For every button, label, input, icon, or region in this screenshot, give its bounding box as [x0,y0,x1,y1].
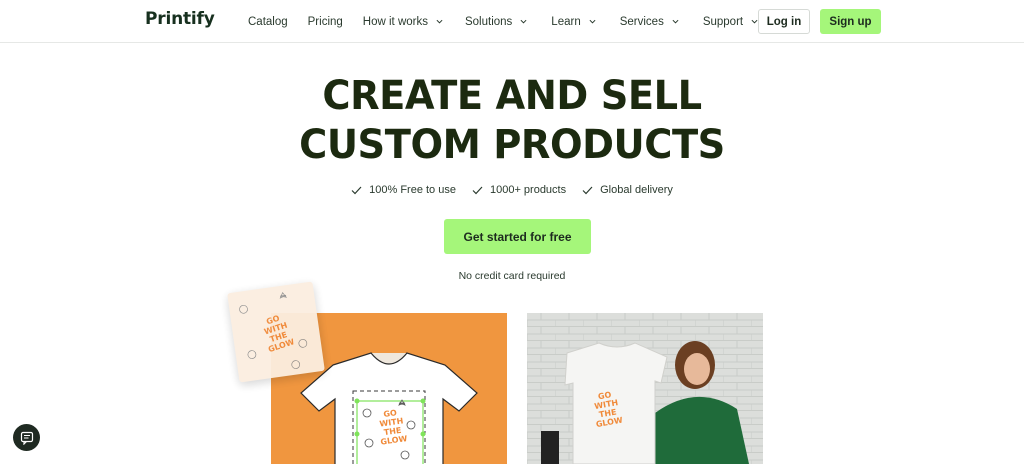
chat-button[interactable] [13,424,40,451]
nav-catalog[interactable]: Catalog [248,16,288,28]
feature-item: Global delivery [582,184,673,196]
get-started-button[interactable]: Get started for free [444,219,591,254]
feature-label: 1000+ products [489,184,567,196]
chevron-down-icon [672,19,679,24]
nav-solutions[interactable]: Solutions [465,16,527,28]
no-credit-card-note: No credit card required [458,270,566,282]
hero-title-line-2: CUSTOM PRODUCTS [299,122,725,168]
check-icon [472,186,483,194]
check-icon [351,186,362,194]
tshirt-print-text: GO WITH THE GLOW [378,408,408,447]
login-button[interactable]: Log in [758,9,810,34]
chevron-down-icon [436,19,443,24]
nav-pricing-label: Pricing [307,15,343,28]
model-photo: GO WITH THE GLOW [527,313,763,464]
main-nav: Catalog Pricing How it works Solutions L… [248,0,778,43]
feature-list: 100% Free to use 1000+ products Global d… [0,184,1024,196]
nav-learn[interactable]: Learn [551,15,596,28]
feature-item: 1000+ products [472,184,566,196]
nav-how-it-works[interactable]: How it works [363,16,443,28]
chat-icon [20,431,33,445]
feature-label: Global delivery [600,184,673,196]
nav-how-it-works-label: How it works [362,15,428,28]
photo-illustration [527,313,763,464]
nav-learn-label: Learn [551,15,581,28]
site-header: Printify Catalog Pricing How it works So… [0,0,1024,43]
hero-title-line-1: CREATE AND SELL [322,73,702,119]
nav-services[interactable]: Services [620,16,679,28]
printify-logo[interactable]: Printify [145,9,215,29]
check-icon [582,186,593,194]
chevron-down-icon [520,19,527,24]
chevron-down-icon [589,19,596,24]
nav-solutions-label: Solutions [464,15,513,28]
hero-title: CREATE AND SELL CUSTOM PRODUCTS [20,72,1003,170]
design-preview-card: GO WITH THE GLOW [227,281,325,383]
nav-support[interactable]: Support [703,16,758,28]
nav-pricing[interactable]: Pricing [308,16,343,28]
nav-services-label: Services [619,15,664,28]
held-shirt-print-text: GO WITH THE GLOW [593,390,624,430]
nav-catalog-label: Catalog [248,15,288,28]
feature-label: 100% Free to use [369,184,456,196]
signup-button[interactable]: Sign up [820,9,881,34]
nav-support-label: Support [702,15,744,28]
feature-item: 100% Free to use [351,184,456,196]
